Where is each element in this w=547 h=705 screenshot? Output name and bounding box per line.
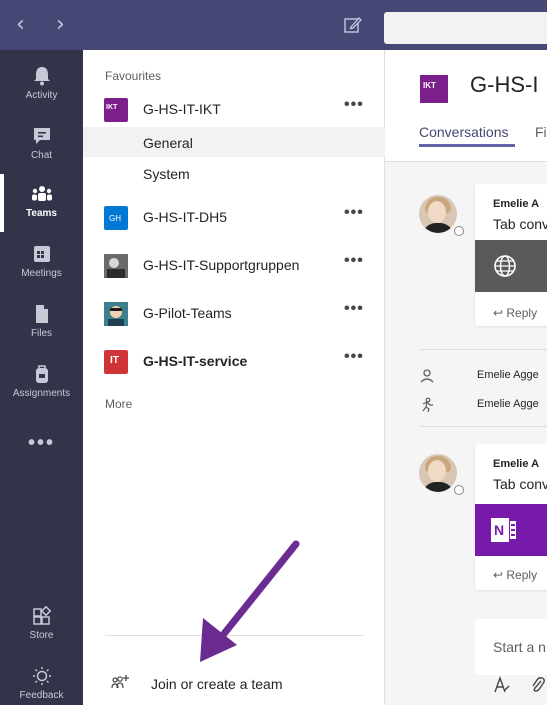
tab-files[interactable]: Fi	[535, 124, 547, 140]
reply-link[interactable]: ↩ Reply	[493, 306, 537, 320]
channel-name: System	[143, 166, 190, 182]
system-text: Emelie Agge	[477, 398, 539, 410]
rail-meetings[interactable]: Meetings	[0, 234, 83, 292]
rail-label: Store	[29, 630, 54, 641]
rail-label: Meetings	[21, 268, 62, 279]
rail-label: Teams	[26, 208, 57, 219]
presence-status-icon	[454, 485, 464, 495]
post-card: Emelie A Tab conv ↩ Reply	[475, 184, 547, 326]
globe-icon	[494, 255, 516, 277]
tab-underline	[419, 144, 515, 147]
more-apps-icon[interactable]: •••	[0, 432, 83, 455]
title-bar: ‹ ›	[0, 0, 547, 50]
onenote-icon: N	[491, 518, 516, 542]
search-box[interactable]	[384, 12, 547, 44]
file-icon	[35, 305, 48, 323]
team-name: G-HS-IT-Supportgruppen	[143, 257, 300, 273]
rail-label: Feedback	[19, 690, 64, 701]
add-team-icon	[111, 675, 129, 689]
presence-status-icon	[454, 226, 464, 236]
rail-chat[interactable]: Chat	[0, 116, 83, 174]
chat-icon	[33, 128, 50, 144]
team-avatar: IKT	[104, 98, 128, 122]
reply-link[interactable]: ↩ Reply	[493, 568, 537, 582]
channel-system[interactable]: System	[83, 158, 385, 188]
channel-header: IKT G-HS-I Conversations Fi	[385, 50, 547, 162]
team-avatar: IKT	[420, 75, 448, 103]
more-options-icon[interactable]: •••	[344, 300, 364, 318]
divider	[419, 426, 547, 427]
join-label: Join or create a team	[151, 676, 283, 692]
rail-label: Assignments	[12, 388, 71, 399]
attach-icon[interactable]	[530, 676, 546, 694]
rail-store[interactable]: Store	[0, 596, 83, 654]
favourites-label: Favourites	[105, 69, 162, 83]
format-icon[interactable]	[493, 676, 511, 694]
team-avatar: GH	[104, 206, 128, 230]
rail-feedback[interactable]: Feedback	[0, 656, 83, 705]
tab-conversations[interactable]: Conversations	[419, 124, 509, 140]
rail-label: Chat	[30, 150, 53, 161]
rail-files[interactable]: Files	[0, 294, 83, 352]
team-item-service[interactable]: IT G-HS-IT-service •••	[83, 344, 385, 378]
run-icon	[422, 397, 433, 413]
post-text: Tab conv	[493, 476, 547, 492]
compose-icon[interactable]	[344, 16, 362, 34]
compose-placeholder: Start a n	[493, 639, 546, 655]
team-avatar: IT	[104, 350, 128, 374]
teams-icon	[31, 186, 52, 201]
channel-general[interactable]: General	[83, 127, 385, 157]
svg-text:N: N	[494, 522, 504, 538]
team-item-dh5[interactable]: GH G-HS-IT-DH5 •••	[83, 200, 385, 234]
post-author: Emelie A	[493, 458, 540, 470]
team-name: G-HS-IT-IKT	[143, 101, 221, 117]
more-options-icon[interactable]: •••	[344, 348, 364, 366]
forward-arrow-icon[interactable]: ›	[56, 14, 65, 36]
avatar[interactable]	[419, 195, 457, 233]
more-options-icon[interactable]: •••	[344, 204, 364, 222]
rail-label: Activity	[25, 90, 58, 101]
person-icon	[420, 369, 434, 383]
tab-card[interactable]	[475, 240, 547, 292]
join-or-create-team-button[interactable]: Join or create a team	[83, 668, 385, 698]
post-card: Emelie A Tab conv N ↩ Reply	[475, 444, 547, 590]
team-name: G-HS-IT-DH5	[143, 209, 227, 225]
more-options-icon[interactable]: •••	[344, 96, 364, 114]
channel-name: General	[143, 135, 193, 151]
tab-card[interactable]: N	[475, 504, 547, 556]
team-name: G-Pilot-Teams	[143, 305, 232, 321]
team-item-ikt[interactable]: IKT G-HS-IT-IKT •••	[83, 92, 385, 126]
rail-label: Files	[30, 328, 53, 339]
teams-list-pane: Favourites IKT G-HS-IT-IKT ••• General S…	[83, 50, 385, 705]
more-label[interactable]: More	[105, 397, 132, 411]
system-message: Emelie Agge	[419, 396, 547, 414]
rail-assignments[interactable]: Assignments	[0, 354, 83, 412]
feedback-icon	[32, 667, 51, 685]
avatar[interactable]	[419, 454, 457, 492]
team-item-supportgruppen[interactable]: G-HS-IT-Supportgruppen •••	[83, 248, 385, 282]
rail-teams[interactable]: Teams	[0, 174, 83, 232]
backpack-icon	[35, 365, 48, 383]
rail-activity[interactable]: Activity	[0, 56, 83, 114]
store-icon	[32, 606, 51, 625]
team-avatar-photo	[104, 254, 128, 278]
conversation-pane: IKT G-HS-I Conversations Fi Emelie A Tab…	[385, 50, 547, 705]
divider	[105, 635, 363, 636]
more-options-icon[interactable]: •••	[344, 252, 364, 270]
bell-icon	[33, 67, 50, 86]
post-text: Tab conv	[493, 216, 547, 232]
calendar-icon	[33, 246, 50, 262]
team-item-pilot[interactable]: G-Pilot-Teams •••	[83, 296, 385, 330]
system-message: Emelie Agge	[419, 367, 547, 385]
back-arrow-icon[interactable]: ‹	[16, 14, 25, 36]
team-title: G-HS-I	[470, 72, 539, 97]
post-author: Emelie A	[493, 198, 540, 210]
message-compose-box[interactable]: Start a n	[475, 619, 547, 675]
team-name: G-HS-IT-service	[143, 353, 248, 369]
app-rail: Activity Chat Teams Meetings Files Assig…	[0, 50, 83, 705]
divider	[419, 349, 547, 350]
team-avatar-photo	[104, 302, 128, 326]
system-text: Emelie Agge	[477, 369, 539, 381]
